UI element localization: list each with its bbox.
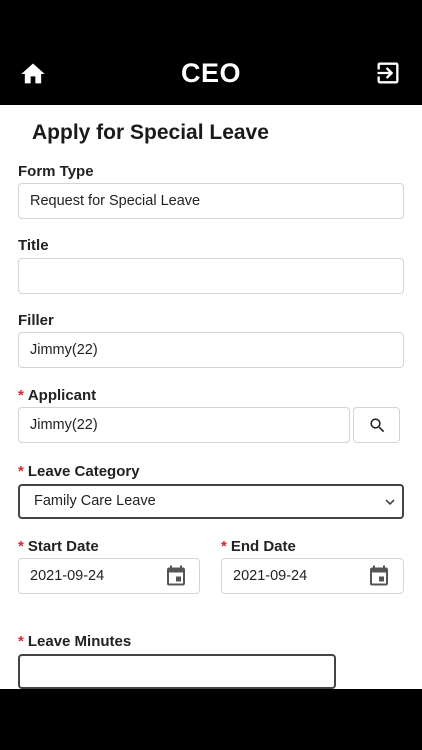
end-date-field[interactable]: 2021-09-24 <box>221 558 404 594</box>
chevron-down-icon <box>385 499 395 506</box>
required-marker: * <box>18 387 24 404</box>
logout-icon[interactable] <box>374 59 402 87</box>
calendar-icon[interactable] <box>367 564 391 589</box>
required-marker: * <box>221 538 227 555</box>
filler-field[interactable]: Jimmy(22) <box>18 332 404 368</box>
title-label: Title <box>18 237 49 254</box>
filler-label: Filler <box>18 312 54 329</box>
required-marker: * <box>18 463 24 480</box>
form-content: Apply for Special Leave Form Type Reques… <box>0 105 422 689</box>
search-icon <box>370 418 385 433</box>
leave-minutes-label: * Leave Minutes <box>18 633 132 650</box>
leave-minutes-input[interactable] <box>18 654 336 689</box>
required-marker: * <box>18 538 24 555</box>
applicant-label: * Applicant <box>18 387 97 404</box>
header-title: CEO <box>180 58 241 88</box>
calendar-icon[interactable] <box>164 564 188 589</box>
applicant-field[interactable]: Jimmy(22) <box>18 407 350 443</box>
app-header: CEO <box>0 0 422 105</box>
end-date-label: * End Date <box>221 538 296 555</box>
start-date-field[interactable]: 2021-09-24 <box>18 558 200 594</box>
form-type-label: Form Type <box>18 163 94 180</box>
leave-category-select[interactable]: Family Care Leave <box>18 484 404 519</box>
title-input[interactable] <box>18 258 404 294</box>
bottom-bar <box>0 689 422 750</box>
applicant-search-button[interactable] <box>353 407 400 443</box>
form-type-field[interactable]: Request for Special Leave <box>18 183 404 219</box>
start-date-label: * Start Date <box>18 538 99 555</box>
required-marker: * <box>18 633 24 650</box>
page-title: Apply for Special Leave <box>32 121 269 144</box>
leave-category-label: * Leave Category <box>18 463 140 480</box>
